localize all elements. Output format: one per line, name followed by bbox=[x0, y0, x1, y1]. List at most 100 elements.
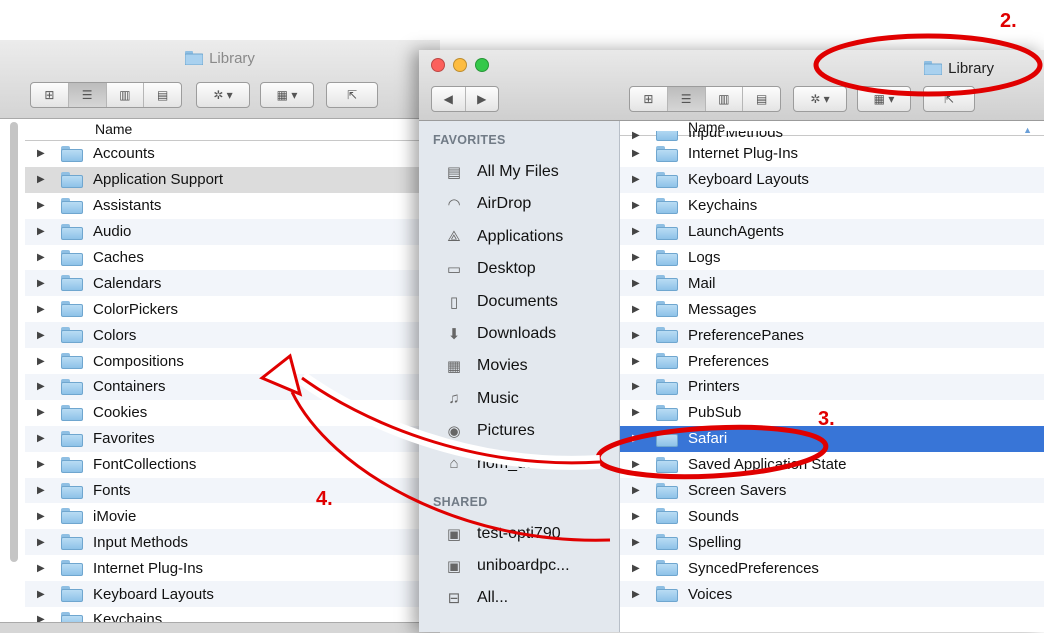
minimize-button[interactable] bbox=[453, 58, 467, 72]
sidebar-item[interactable]: ⌂ nom_utilisa... bbox=[443, 451, 571, 477]
sidebar-item[interactable]: ⬇ Downloads bbox=[443, 321, 556, 347]
list-view-icon[interactable]: ☰ bbox=[68, 83, 107, 107]
disclosure-triangle-icon[interactable]: ▶ bbox=[37, 459, 47, 470]
disclosure-triangle-icon[interactable]: ▶ bbox=[632, 200, 642, 211]
sidebar-item[interactable]: ⊟ All... bbox=[443, 585, 508, 611]
disclosure-triangle-icon[interactable]: ▶ bbox=[37, 589, 47, 600]
list-item[interactable]: ▶ Audio bbox=[25, 218, 440, 245]
list-item[interactable]: ▶ Saved Application State bbox=[620, 452, 1044, 478]
column-view-icon[interactable]: ▥ bbox=[706, 87, 744, 111]
list-item[interactable]: ▶ LaunchAgents bbox=[620, 218, 1044, 245]
list-item[interactable]: ▶ PreferencePanes bbox=[620, 322, 1044, 349]
disclosure-triangle-icon[interactable]: ▶ bbox=[37, 356, 47, 367]
sidebar-item[interactable]: ▣ uniboardpc... bbox=[443, 553, 570, 579]
disclosure-triangle-icon[interactable]: ▶ bbox=[632, 174, 642, 185]
sidebar-item[interactable]: ▯ Documents bbox=[443, 289, 558, 315]
disclosure-triangle-icon[interactable]: ▶ bbox=[632, 537, 642, 548]
disclosure-triangle-icon[interactable]: ▶ bbox=[632, 563, 642, 574]
disclosure-triangle-icon[interactable]: ▶ bbox=[632, 485, 642, 496]
list-item[interactable]: ▶ Keychains bbox=[620, 193, 1044, 219]
list-item[interactable]: ▶ iMovie bbox=[25, 503, 440, 529]
list-item[interactable]: ▶ Application Support bbox=[25, 166, 440, 193]
list-item[interactable]: ▶ Screen Savers bbox=[620, 477, 1044, 504]
disclosure-triangle-icon[interactable]: ▶ bbox=[37, 200, 47, 211]
icon-view-icon[interactable]: ⊞ bbox=[31, 83, 69, 107]
sidebar-item[interactable]: ♫ Music bbox=[443, 386, 518, 412]
coverflow-view-icon[interactable]: ▤ bbox=[743, 87, 780, 111]
list-item[interactable]: ▶ Keyboard Layouts bbox=[620, 166, 1044, 193]
view-mode-switcher-back[interactable]: ⊞ ☰ ▥ ▤ bbox=[30, 82, 182, 108]
arrange-button-front[interactable]: ▦ ▾ bbox=[857, 86, 911, 112]
list-item[interactable]: ▶ Fonts bbox=[25, 477, 440, 504]
list-item[interactable]: ▶ Containers bbox=[25, 374, 440, 400]
list-item[interactable]: ▶ Compositions bbox=[25, 348, 440, 374]
disclosure-triangle-icon[interactable]: ▶ bbox=[37, 537, 47, 548]
list-item[interactable]: ▶ ColorPickers bbox=[25, 296, 440, 322]
action-button-back[interactable]: ✲ ▾ bbox=[196, 82, 250, 108]
list-item[interactable]: ▶ Cookies bbox=[25, 400, 440, 426]
list-item[interactable]: ▶ Keyboard Layouts bbox=[25, 581, 440, 608]
disclosure-triangle-icon[interactable]: ▶ bbox=[632, 407, 642, 418]
list-view-icon[interactable]: ☰ bbox=[667, 87, 706, 111]
view-mode-switcher-front[interactable]: ⊞ ☰ ▥ ▤ bbox=[629, 86, 781, 112]
back-arrow-icon[interactable]: ◀ bbox=[432, 87, 466, 111]
share-button-back[interactable]: ⇱ bbox=[326, 82, 378, 108]
icon-view-icon[interactable]: ⊞ bbox=[630, 87, 668, 111]
disclosure-triangle-icon[interactable]: ▶ bbox=[632, 511, 642, 522]
disclosure-triangle-icon[interactable]: ▶ bbox=[37, 148, 47, 159]
disclosure-triangle-icon[interactable]: ▶ bbox=[632, 226, 642, 237]
forward-arrow-icon[interactable]: ▶ bbox=[466, 87, 499, 111]
list-item[interactable]: ▶ SyncedPreferences bbox=[620, 555, 1044, 581]
action-button-front[interactable]: ✲ ▾ bbox=[793, 86, 847, 112]
disclosure-triangle-icon[interactable]: ▶ bbox=[37, 278, 47, 289]
close-button[interactable] bbox=[431, 58, 445, 72]
list-item[interactable]: ▶ FontCollections bbox=[25, 452, 440, 478]
disclosure-triangle-icon[interactable]: ▶ bbox=[37, 407, 47, 418]
disclosure-triangle-icon[interactable]: ▶ bbox=[37, 252, 47, 263]
disclosure-triangle-icon[interactable]: ▶ bbox=[37, 381, 47, 392]
disclosure-triangle-icon[interactable]: ▶ bbox=[37, 304, 47, 315]
list-item[interactable]: ▶ Caches bbox=[25, 245, 440, 271]
disclosure-triangle-icon[interactable]: ▶ bbox=[632, 131, 642, 141]
list-item[interactable]: ▶ Calendars bbox=[25, 270, 440, 297]
sidebar-item[interactable]: ⟁ Applications bbox=[443, 224, 563, 250]
sidebar-item[interactable]: ▦ Movies bbox=[443, 353, 528, 379]
list-item[interactable]: ▶ Spelling bbox=[620, 529, 1044, 556]
disclosure-triangle-icon[interactable]: ▶ bbox=[632, 278, 642, 289]
disclosure-triangle-icon[interactable]: ▶ bbox=[632, 459, 642, 470]
list-item[interactable]: ▶ Printers bbox=[620, 374, 1044, 400]
list-item[interactable]: ▶ Voices bbox=[620, 581, 1044, 608]
disclosure-triangle-icon[interactable]: ▶ bbox=[37, 563, 47, 574]
column-header-name[interactable]: Name bbox=[25, 120, 440, 141]
sidebar-item[interactable]: ▤ All My Files bbox=[443, 159, 559, 185]
disclosure-triangle-icon[interactable]: ▶ bbox=[37, 485, 47, 496]
sidebar-item[interactable]: ▭ Desktop bbox=[443, 256, 536, 282]
list-item[interactable]: ▶ Accounts bbox=[25, 141, 440, 167]
disclosure-triangle-icon[interactable]: ▶ bbox=[632, 252, 642, 263]
list-item-partial[interactable]: ▶ Input Methods bbox=[620, 131, 1044, 141]
column-view-icon[interactable]: ▥ bbox=[107, 83, 145, 107]
list-item[interactable]: ▶ Preferences bbox=[620, 348, 1044, 374]
disclosure-triangle-icon[interactable]: ▶ bbox=[632, 148, 642, 159]
disclosure-triangle-icon[interactable]: ▶ bbox=[37, 330, 47, 341]
scrollbar-back[interactable] bbox=[10, 122, 18, 562]
disclosure-triangle-icon[interactable]: ▶ bbox=[37, 433, 47, 444]
list-item[interactable]: ▶ Internet Plug-Ins bbox=[25, 555, 440, 581]
disclosure-triangle-icon[interactable]: ▶ bbox=[632, 356, 642, 367]
list-item[interactable]: ▶ Input Methods bbox=[25, 529, 440, 556]
list-item[interactable]: ▶ Logs bbox=[620, 245, 1044, 271]
back-forward-buttons[interactable]: ◀ ▶ bbox=[431, 86, 499, 112]
disclosure-triangle-icon[interactable]: ▶ bbox=[632, 381, 642, 392]
list-item[interactable]: ▶ Mail bbox=[620, 270, 1044, 297]
share-button-front[interactable]: ⇱ bbox=[923, 86, 975, 112]
list-item[interactable]: ▶ Assistants bbox=[25, 193, 440, 219]
disclosure-triangle-icon[interactable]: ▶ bbox=[632, 433, 642, 444]
disclosure-triangle-icon[interactable]: ▶ bbox=[632, 589, 642, 600]
list-item[interactable]: ▶ Colors bbox=[25, 322, 440, 349]
disclosure-triangle-icon[interactable]: ▶ bbox=[632, 304, 642, 315]
sidebar-item[interactable]: ◉ Pictures bbox=[443, 418, 534, 444]
list-item[interactable]: ▶ Favorites bbox=[25, 425, 440, 452]
sidebar-item[interactable]: ▣ test-opti790 bbox=[443, 521, 561, 547]
disclosure-triangle-icon[interactable]: ▶ bbox=[37, 174, 47, 185]
disclosure-triangle-icon[interactable]: ▶ bbox=[632, 330, 642, 341]
